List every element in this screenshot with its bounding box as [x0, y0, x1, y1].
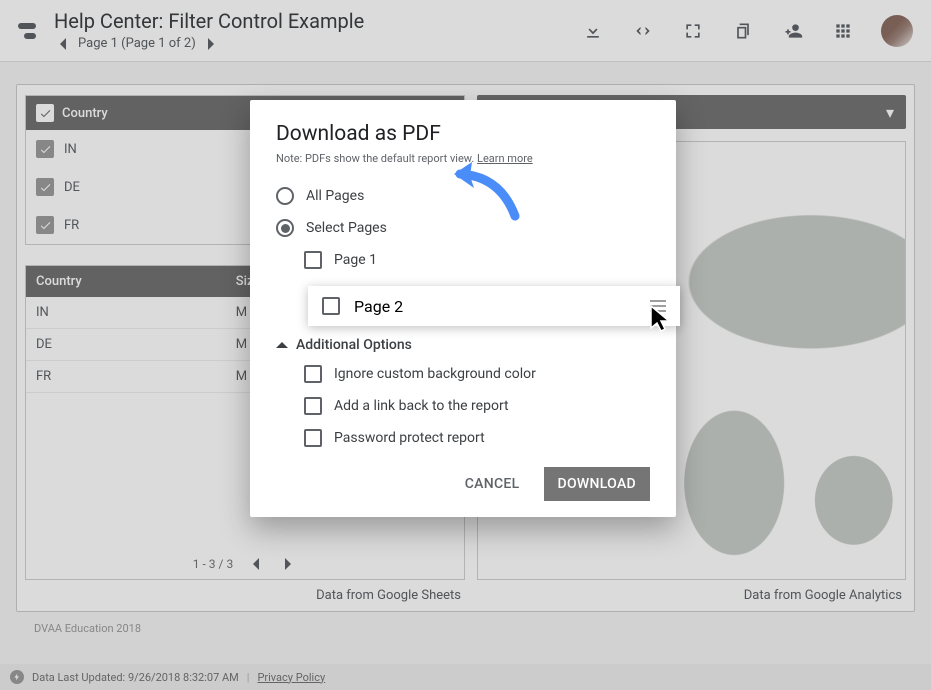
checkbox-icon — [304, 397, 322, 415]
drag-handle-icon[interactable] — [650, 300, 666, 312]
checkbox-icon — [322, 297, 340, 315]
page-1-checkbox[interactable]: Page 1 — [304, 251, 650, 269]
download-button[interactable]: DOWNLOAD — [544, 467, 651, 501]
checkbox-icon — [304, 251, 322, 269]
checkbox-icon — [304, 429, 322, 447]
additional-options-toggle[interactable]: Additional Options — [276, 337, 650, 353]
radio-icon — [276, 219, 294, 237]
checkbox-icon — [304, 365, 322, 383]
radio-icon — [276, 187, 294, 205]
dialog-title: Download as PDF — [276, 122, 650, 146]
opt-ignore-bg[interactable]: Ignore custom background color — [304, 365, 650, 383]
cancel-button[interactable]: CANCEL — [453, 467, 532, 501]
radio-select-pages[interactable]: Select Pages — [276, 219, 650, 237]
dialog-note: Note: PDFs show the default report view.… — [276, 152, 650, 165]
chevron-up-icon — [276, 339, 288, 351]
radio-all-pages[interactable]: All Pages — [276, 187, 650, 205]
page-2-item-dragging[interactable]: Page 2 — [308, 286, 680, 326]
page-2-label: Page 2 — [354, 297, 403, 316]
opt-link-back[interactable]: Add a link back to the report — [304, 397, 650, 415]
opt-password[interactable]: Password protect report — [304, 429, 650, 447]
download-pdf-dialog: Download as PDF Note: PDFs show the defa… — [250, 100, 676, 517]
learn-more-link[interactable]: Learn more — [477, 152, 533, 165]
